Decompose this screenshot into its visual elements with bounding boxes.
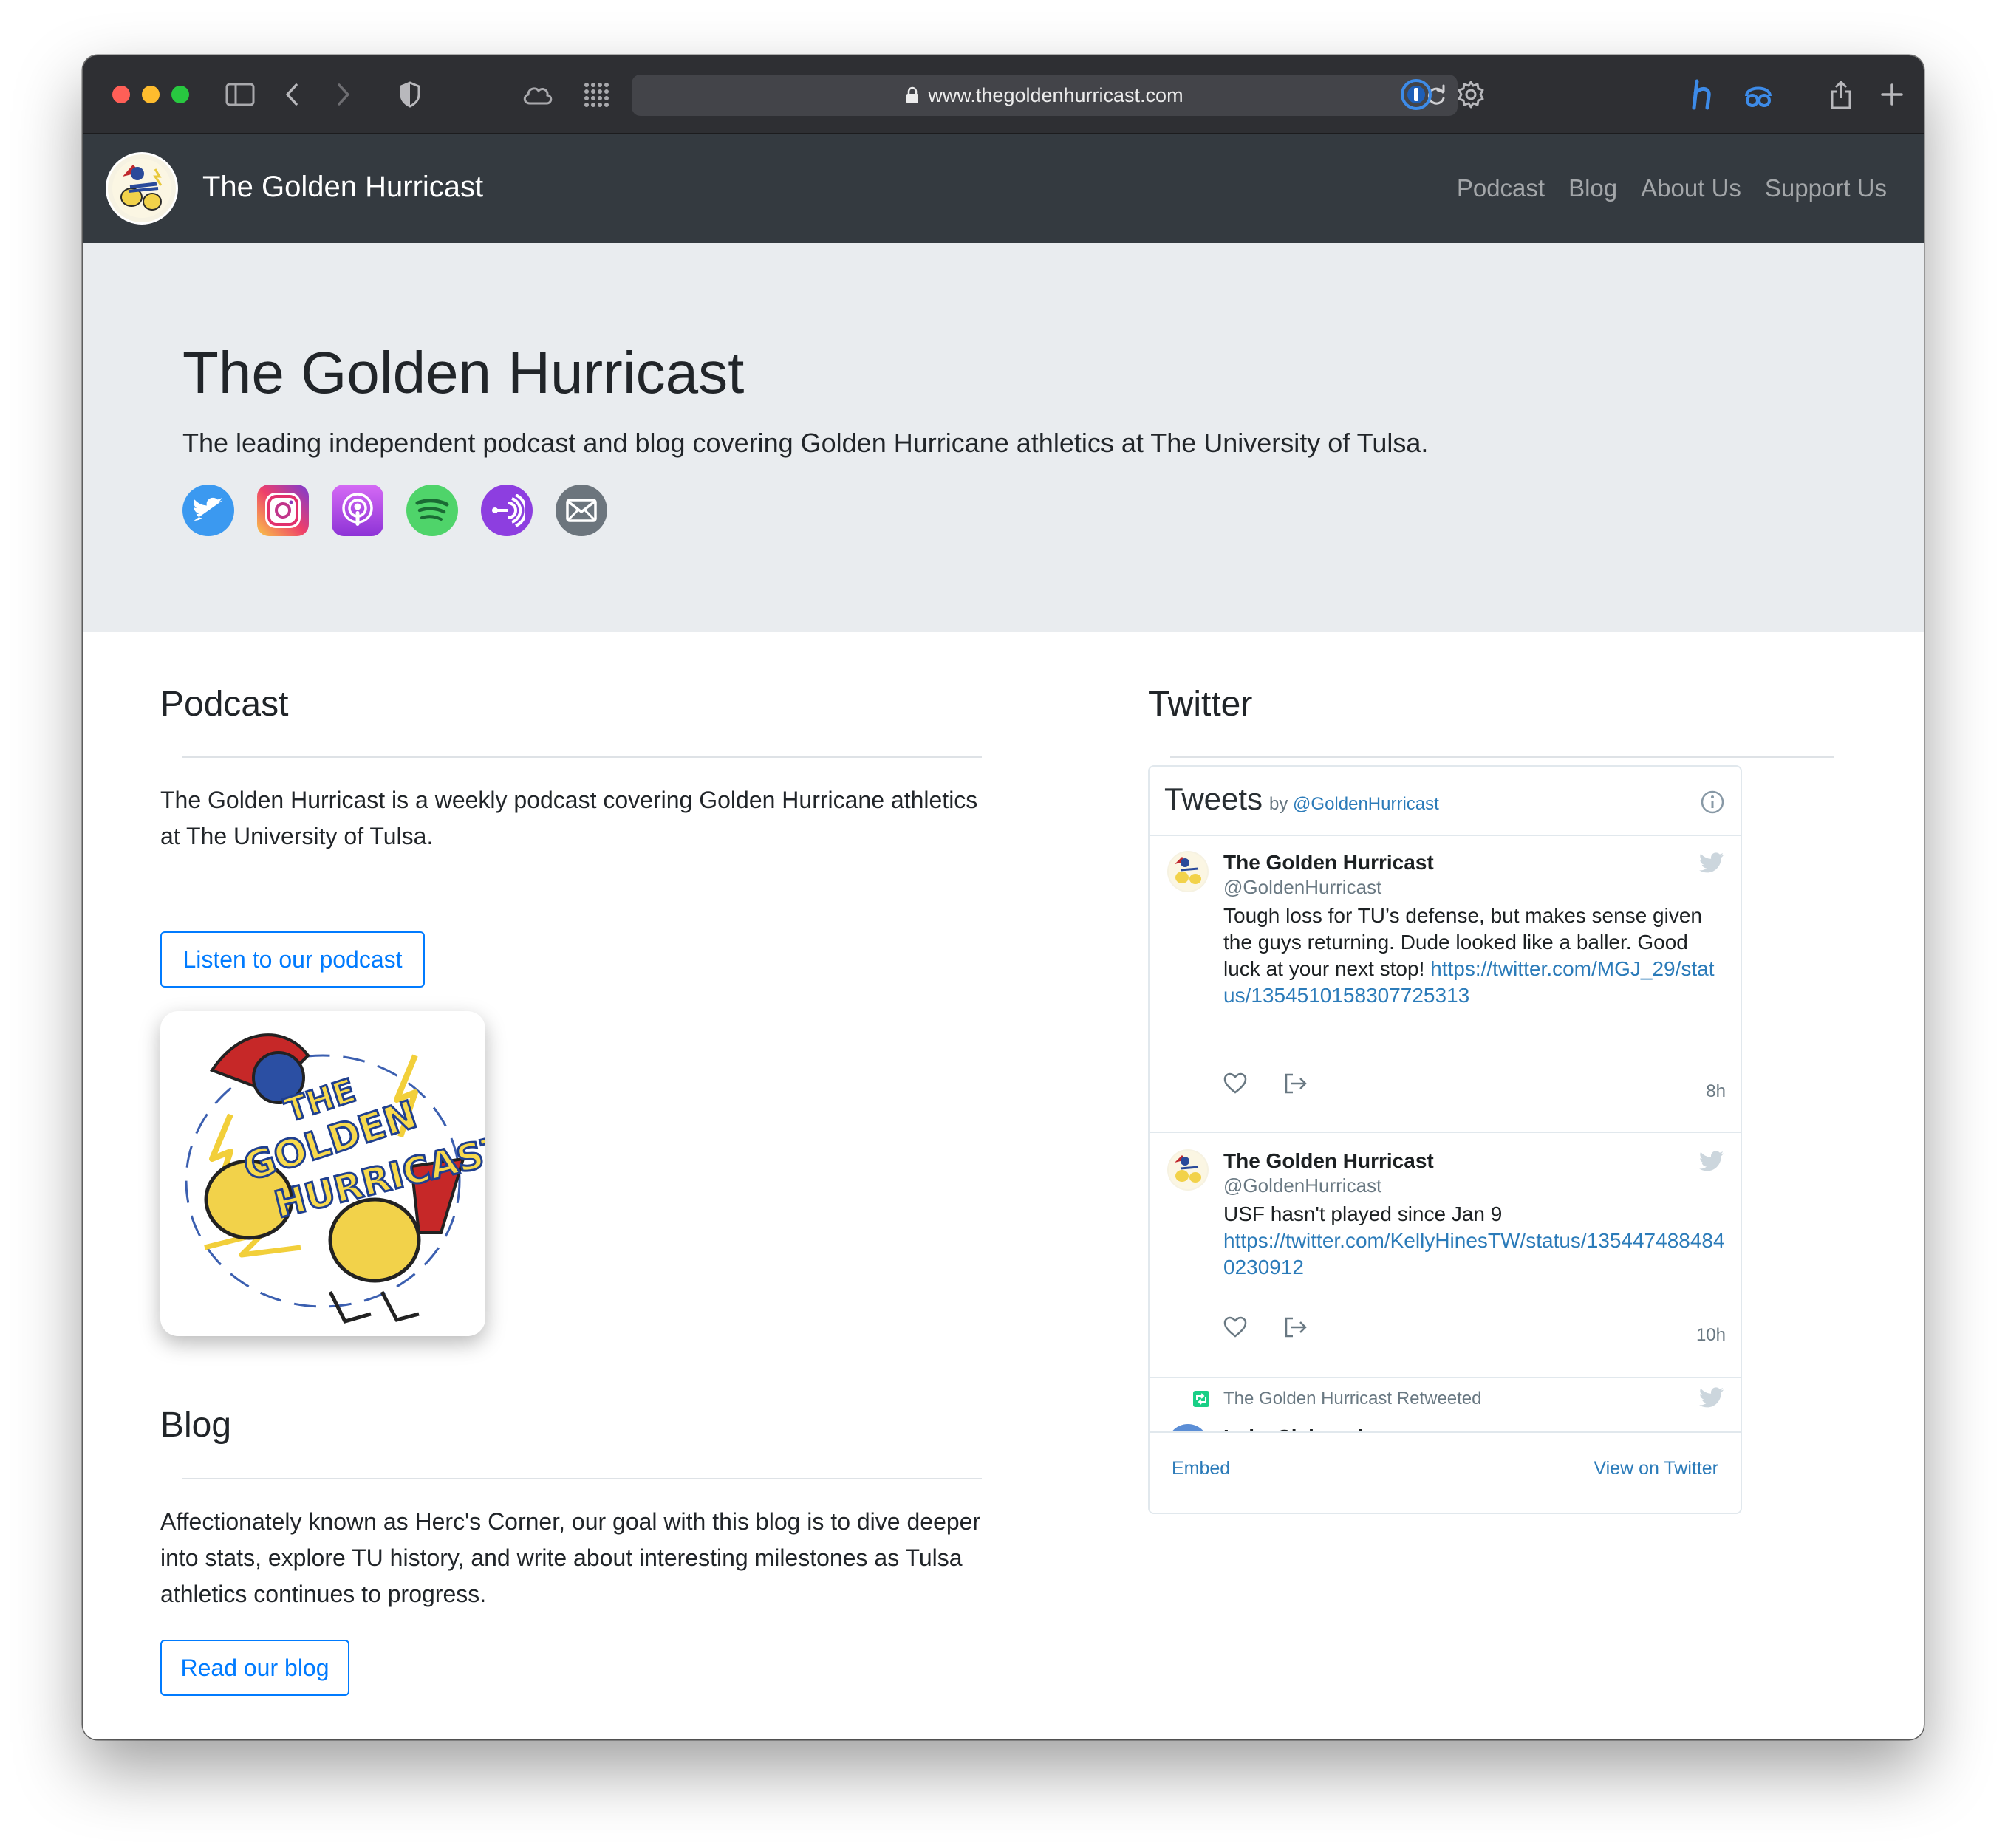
timeline-title: Tweets — [1164, 781, 1263, 816]
like-heart-icon[interactable] — [1223, 1316, 1247, 1338]
privacy-shield-icon[interactable] — [393, 78, 427, 112]
icloud-tabs-icon[interactable] — [520, 78, 554, 112]
close-window-button[interactable] — [112, 86, 130, 103]
settings-gear-icon[interactable] — [1454, 78, 1488, 112]
browser-toolbar: www.thegoldenhurricast.com — [83, 55, 1924, 134]
sidebar-toggle-icon[interactable] — [223, 78, 257, 112]
nav-link-blog[interactable]: Blog — [1568, 174, 1617, 202]
spotify-icon[interactable] — [406, 485, 458, 536]
tweet-author-name[interactable]: The Golden Hurricast — [1223, 1149, 1434, 1173]
blog-divider — [182, 1478, 982, 1479]
password-manager-icon[interactable] — [1399, 78, 1433, 112]
read-blog-button[interactable]: Read our blog — [160, 1640, 349, 1696]
address-bar[interactable]: www.thegoldenhurricast.com — [632, 75, 1458, 116]
timeline-footer: Embed View on Twitter — [1150, 1431, 1741, 1513]
nav-link-podcast[interactable]: Podcast — [1457, 174, 1545, 202]
info-icon[interactable] — [1701, 790, 1724, 814]
twitter-bird-icon[interactable] — [1699, 1387, 1724, 1408]
tab-overview-icon[interactable] — [579, 78, 613, 112]
share-icon[interactable] — [1824, 78, 1858, 112]
zoom-window-button[interactable] — [171, 86, 189, 103]
twitter-heading: Twitter — [1148, 685, 1253, 724]
tweet-text: USF hasn't played since Jan 9 https://tw… — [1223, 1201, 1726, 1281]
tweet-link[interactable]: https://twitter.com/KellyHinesTW/status/… — [1223, 1229, 1725, 1279]
nav-link-about-us[interactable]: About Us — [1641, 174, 1741, 202]
twitter-bird-icon[interactable] — [1699, 1151, 1724, 1171]
timeline-byline: by @GoldenHurricast — [1269, 794, 1439, 815]
twitter-icon[interactable] — [182, 485, 234, 536]
podcast-description: The Golden Hurricast is a weekly podcast… — [160, 787, 978, 849]
listen-podcast-button[interactable]: Listen to our podcast — [160, 931, 425, 988]
site-navbar: The Golden Hurricast Podcast Blog About … — [83, 134, 1924, 243]
honey-extension-icon[interactable] — [1686, 78, 1720, 112]
minimize-window-button[interactable] — [142, 86, 160, 103]
twitter-bird-icon[interactable] — [1699, 852, 1724, 873]
anchor-icon[interactable] — [481, 485, 533, 536]
podcast-heading: Podcast — [160, 685, 289, 724]
retweet-label: The Golden Hurricast Retweeted — [1223, 1389, 1482, 1409]
brand-name[interactable]: The Golden Hurricast — [202, 171, 483, 204]
apple-podcasts-icon[interactable] — [332, 485, 383, 536]
tweet-item[interactable]: The Golden Hurricast @GoldenHurricast US… — [1150, 1133, 1741, 1378]
blog-description: Affectionately known as Herc's Corner, o… — [160, 1508, 981, 1607]
retweet-item[interactable]: The Golden Hurricast Retweeted Luke Slab… — [1150, 1375, 1741, 1465]
share-tweet-icon[interactable] — [1284, 1072, 1308, 1095]
view-on-twitter-link[interactable]: View on Twitter — [1594, 1458, 1718, 1479]
url-text: www.thegoldenhurricast.com — [928, 83, 1183, 106]
lock-icon — [906, 86, 919, 103]
social-links — [182, 485, 607, 536]
tweet-timestamp[interactable]: 8h — [1706, 1081, 1726, 1102]
podcast-logo-illustration: THE GOLDEN HURRICAST — [185, 1033, 485, 1324]
podcast-divider — [182, 756, 982, 758]
back-icon[interactable] — [275, 78, 309, 112]
tweet-body: USF hasn't played since Jan 9 — [1223, 1202, 1503, 1225]
like-heart-icon[interactable] — [1223, 1072, 1247, 1095]
nav-links: Podcast Blog About Us Support Us — [1457, 174, 1887, 202]
timeline-handle-link[interactable]: @GoldenHurricast — [1293, 794, 1439, 814]
tweet-item[interactable]: The Golden Hurricast @GoldenHurricast To… — [1150, 835, 1741, 1133]
twitter-divider — [1170, 756, 1834, 758]
podcast-artwork[interactable]: THE GOLDEN HURRICAST — [160, 1011, 485, 1336]
new-tab-icon[interactable] — [1875, 78, 1909, 112]
timeline-header: Tweets by @GoldenHurricast — [1150, 767, 1741, 836]
email-icon[interactable] — [556, 485, 607, 536]
extension-mask-icon[interactable] — [1741, 78, 1775, 112]
browser-window: www.thegoldenhurricast.com The Golden Hu… — [83, 55, 1924, 1739]
tweet-author-handle[interactable]: @GoldenHurricast — [1223, 1174, 1381, 1197]
share-tweet-icon[interactable] — [1284, 1316, 1308, 1338]
byline-prefix: by — [1269, 794, 1288, 814]
tweet-avatar[interactable] — [1167, 1149, 1209, 1191]
hero-title: The Golden Hurricast — [182, 340, 745, 405]
tweet-avatar[interactable] — [1167, 851, 1209, 892]
retweet-icon — [1193, 1391, 1209, 1407]
forward-icon[interactable] — [327, 78, 361, 112]
embed-link[interactable]: Embed — [1172, 1458, 1230, 1479]
twitter-timeline-widget: Tweets by @GoldenHurricast The Golden Hu… — [1148, 765, 1742, 1514]
tweet-author-name[interactable]: The Golden Hurricast — [1223, 851, 1434, 875]
hero-lead: The leading independent podcast and blog… — [182, 428, 1429, 458]
hero-jumbotron: The Golden Hurricast The leading indepen… — [83, 243, 1924, 632]
tweet-text: Tough loss for TU’s defense, but makes s… — [1223, 903, 1726, 1009]
tweet-timestamp[interactable]: 10h — [1696, 1325, 1726, 1346]
instagram-icon[interactable] — [257, 485, 309, 536]
tweet-author-handle[interactable]: @GoldenHurricast — [1223, 876, 1381, 899]
nav-link-support-us[interactable]: Support Us — [1765, 174, 1887, 202]
blog-heading: Blog — [160, 1406, 232, 1445]
brand-logo[interactable] — [106, 152, 178, 225]
